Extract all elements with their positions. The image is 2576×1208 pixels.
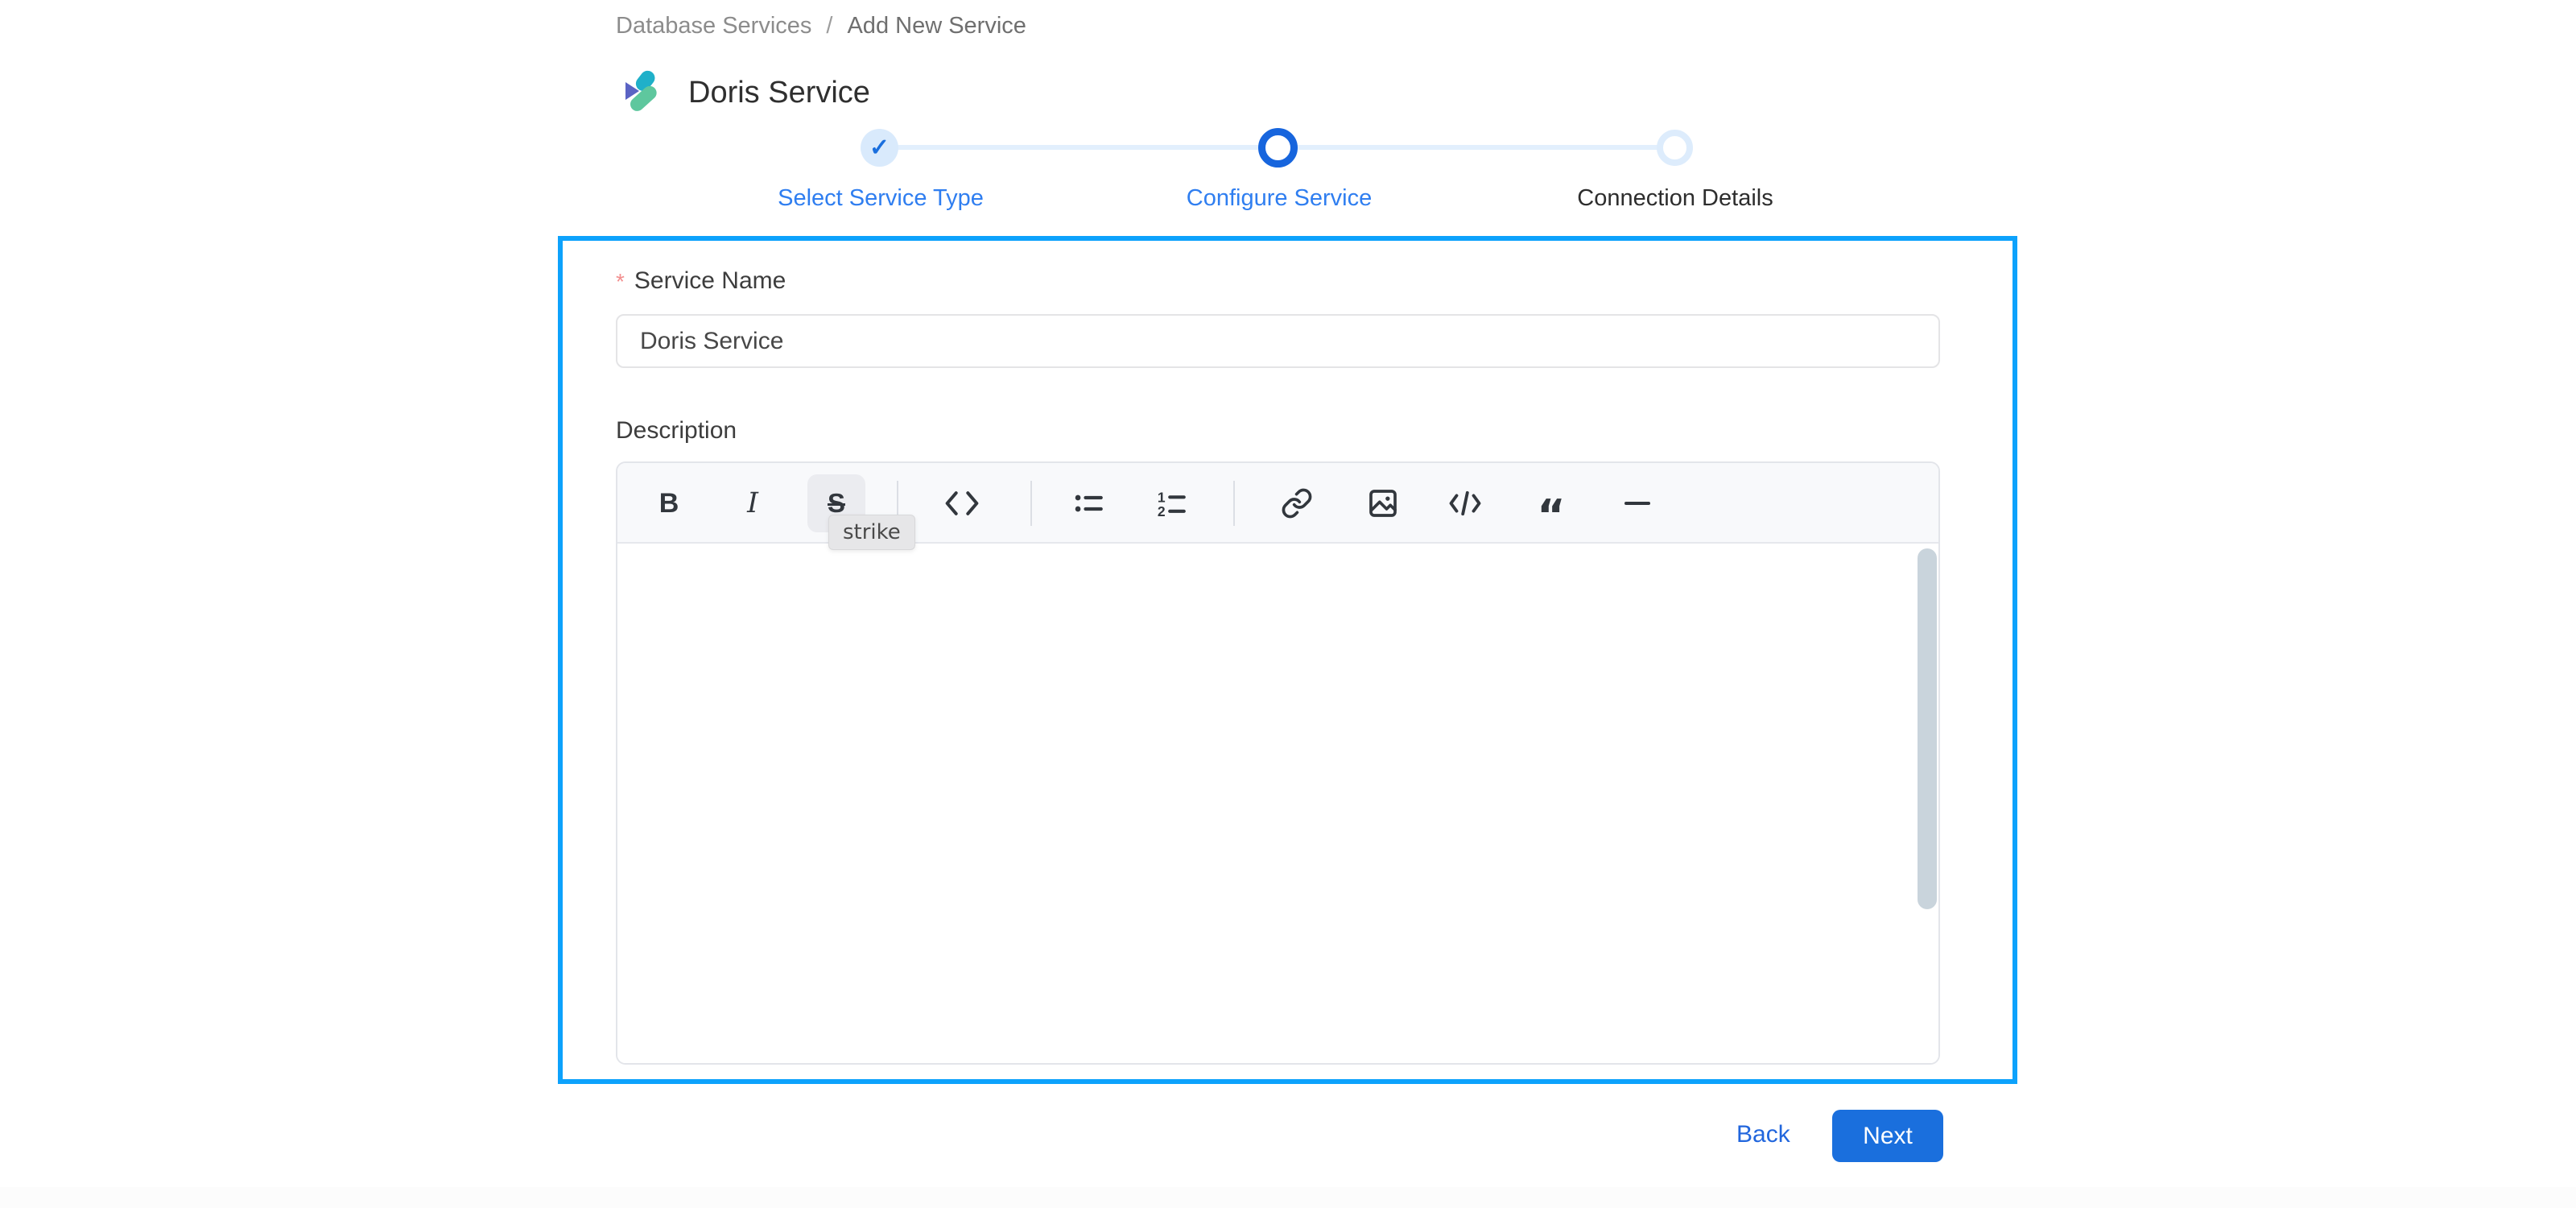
ordered-list-button[interactable]: 1 2 bbox=[1142, 474, 1200, 532]
strike-tooltip: strike bbox=[828, 515, 915, 550]
breadcrumb-separator: / bbox=[826, 13, 833, 39]
bullet-list-button[interactable] bbox=[1059, 474, 1117, 532]
code-block-button[interactable] bbox=[1436, 474, 1494, 532]
horizontal-rule-icon bbox=[1624, 502, 1650, 505]
ordered-list-icon: 1 2 bbox=[1158, 489, 1186, 519]
svg-text:2: 2 bbox=[1158, 503, 1166, 519]
horizontal-rule-button[interactable] bbox=[1608, 474, 1666, 532]
service-name-label-row: * Service Name bbox=[616, 267, 786, 295]
add-service-page: Database Services / Add New Service Dori… bbox=[0, 0, 2576, 1208]
image-button[interactable] bbox=[1354, 474, 1412, 532]
step-label-select-service-type[interactable]: Select Service Type bbox=[778, 185, 984, 212]
required-asterisk: * bbox=[616, 269, 625, 294]
link-button[interactable] bbox=[1268, 474, 1326, 532]
doris-logo-icon bbox=[621, 69, 663, 117]
editor-scrollbar-thumb[interactable] bbox=[1918, 548, 1937, 909]
service-header: Doris Service bbox=[621, 69, 870, 117]
breadcrumb-add-new-service: Add New Service bbox=[847, 13, 1026, 39]
step-label-configure-service[interactable]: Configure Service bbox=[1187, 185, 1373, 212]
check-icon: ✓ bbox=[869, 134, 890, 161]
link-icon bbox=[1282, 488, 1312, 519]
step-connection-details-indicator[interactable] bbox=[1657, 130, 1693, 166]
step-configure-service-indicator[interactable] bbox=[1258, 128, 1298, 168]
inline-code-icon bbox=[945, 491, 979, 515]
step-select-service-type-indicator[interactable]: ✓ bbox=[861, 129, 898, 167]
service-name-label: Service Name bbox=[634, 267, 786, 294]
breadcrumb: Database Services / Add New Service bbox=[616, 13, 1026, 39]
blockquote-button[interactable]: “ bbox=[1522, 474, 1580, 538]
italic-icon: I bbox=[747, 487, 758, 519]
service-name-input[interactable] bbox=[616, 314, 1940, 368]
description-editor: B I S 1 2 “ strike bbox=[616, 461, 1940, 1065]
image-icon bbox=[1369, 490, 1397, 517]
configure-service-form-panel: * Service Name Description B I S bbox=[558, 236, 2017, 1084]
bold-icon: B bbox=[658, 487, 679, 519]
inline-code-button[interactable] bbox=[933, 474, 991, 532]
toolbar-divider bbox=[1030, 481, 1032, 526]
italic-button[interactable]: I bbox=[724, 474, 782, 532]
toolbar-divider bbox=[1233, 481, 1235, 526]
page-title: Doris Service bbox=[688, 76, 870, 110]
page-bottom-strip bbox=[0, 1187, 2576, 1208]
breadcrumb-database-services[interactable]: Database Services bbox=[616, 13, 811, 39]
code-block-icon bbox=[1449, 490, 1481, 516]
editor-content-area[interactable] bbox=[617, 545, 1938, 1063]
next-button[interactable]: Next bbox=[1832, 1110, 1943, 1162]
description-label: Description bbox=[616, 417, 737, 444]
back-button[interactable]: Back bbox=[1736, 1121, 1790, 1148]
bullet-list-icon bbox=[1075, 494, 1103, 512]
bold-button[interactable]: B bbox=[640, 474, 698, 532]
step-label-connection-details: Connection Details bbox=[1577, 185, 1773, 211]
editor-toolbar: B I S 1 2 “ bbox=[617, 463, 1938, 544]
